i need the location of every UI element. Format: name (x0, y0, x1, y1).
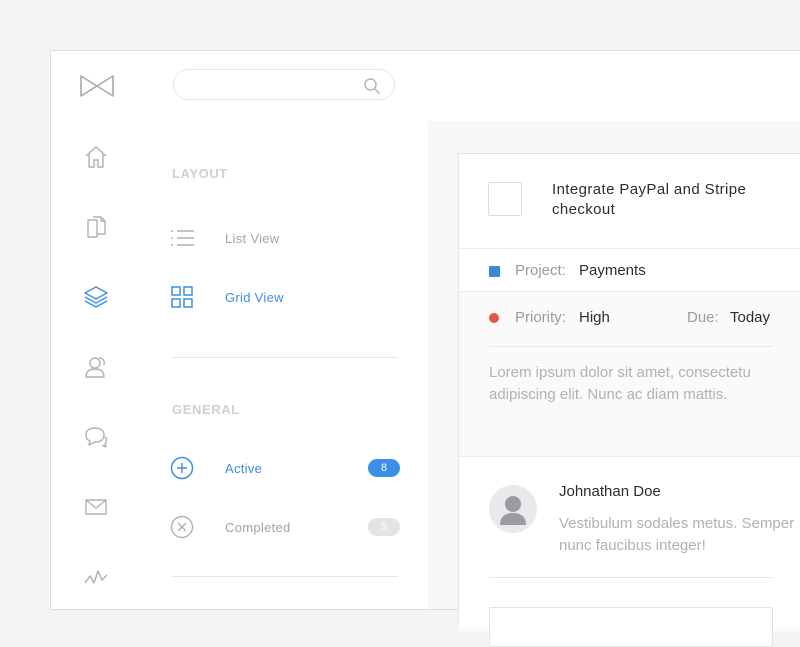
details-divider (489, 346, 773, 347)
nav-chat[interactable] (83, 424, 109, 450)
task-description: Lorem ipsum dolor sit amet, consectetu a… (489, 364, 751, 403)
task-title: Integrate PayPal and Stripe checkout (552, 181, 747, 218)
priority-dot (489, 313, 499, 323)
list-view-option[interactable]: List View (170, 224, 400, 252)
user-silhouette-icon (500, 496, 526, 525)
task-details: Priority: High Due: Today Lorem ipsum do… (459, 292, 800, 647)
search-input[interactable] (188, 76, 362, 96)
comment-divider (489, 577, 773, 578)
avatar[interactable] (489, 485, 537, 533)
mail-icon (85, 499, 107, 515)
general-section-title: GENERAL (172, 402, 240, 417)
project-row: Project: Payments (459, 248, 800, 292)
priority-value[interactable]: High (579, 309, 610, 326)
due-label: Due: (687, 309, 719, 326)
list-icon (171, 230, 194, 246)
contacts-icon (85, 357, 105, 378)
grid-view-label: Grid View (225, 290, 284, 305)
task-card: Integrate PayPal and Stripe checkout Pro… (458, 153, 800, 647)
completed-label: Completed (225, 520, 291, 535)
search-box[interactable] (173, 69, 395, 100)
active-label: Active (225, 461, 263, 476)
layout-section-title: LAYOUT (172, 166, 228, 181)
home-icon (85, 146, 107, 168)
nav-contacts[interactable] (83, 354, 109, 380)
main-area: Integrate PayPal and Stripe checkout Pro… (428, 121, 800, 647)
nav-layers[interactable] (83, 284, 109, 310)
project-color-square (489, 266, 500, 277)
nav-activity[interactable] (83, 564, 109, 590)
top-bar (51, 51, 800, 122)
grid-view-option[interactable]: Grid View (170, 283, 400, 311)
task-checkbox[interactable] (488, 182, 522, 216)
project-label: Project: (515, 262, 566, 279)
completed-count-badge: 5 (368, 518, 400, 536)
filter-completed[interactable]: Completed 5 (170, 513, 400, 541)
active-count-badge: 8 (368, 459, 400, 477)
panel-divider (172, 357, 398, 358)
chat-icon (85, 427, 108, 448)
grid-icon (171, 286, 193, 308)
nav-mail[interactable] (83, 494, 109, 520)
nav-documents[interactable] (83, 214, 109, 240)
close-circle-icon (170, 515, 194, 539)
reply-input[interactable] (489, 607, 773, 647)
plus-circle-icon (170, 456, 194, 480)
nav-home[interactable] (83, 144, 109, 170)
documents-icon (87, 216, 106, 238)
comment-author[interactable]: Johnathan Doe (559, 483, 661, 500)
comment-section: Johnathan Doe Vestibulum sodales metus. … (459, 456, 800, 647)
logo-icon[interactable] (80, 75, 114, 97)
icon-rail (51, 121, 143, 609)
project-value[interactable]: Payments (579, 262, 646, 279)
search-icon[interactable] (363, 77, 381, 95)
priority-label: Priority: (515, 309, 566, 326)
panel-divider (172, 576, 398, 577)
layers-icon (84, 286, 108, 308)
view-panel: LAYOUT List View Grid View GENERAL Activ… (142, 121, 429, 609)
app-window: LAYOUT List View Grid View GENERAL Activ… (50, 50, 800, 647)
due-value[interactable]: Today (730, 309, 770, 326)
filter-active[interactable]: Active 8 (170, 454, 400, 482)
list-view-label: List View (225, 231, 280, 246)
activity-icon (84, 570, 108, 584)
comment-text: Vestibulum sodales metus. Semper nunc fa… (559, 515, 795, 554)
